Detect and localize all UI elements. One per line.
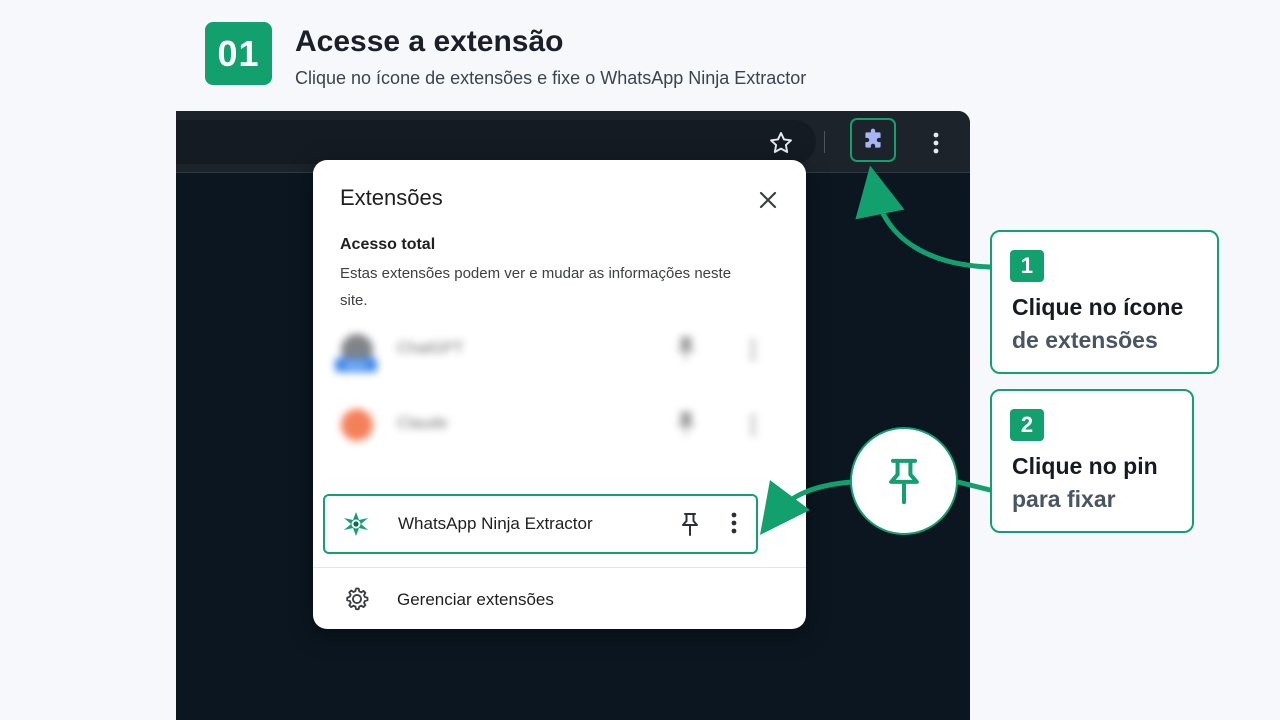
pin-highlight-bubble [850, 427, 958, 535]
pin-icon [889, 458, 919, 505]
popup-title: Extensões [340, 185, 443, 210]
extensions-puzzle-icon[interactable] [850, 118, 896, 162]
page-title: Acesse a extensão [295, 25, 564, 58]
toolbar-divider [824, 131, 825, 153]
new-badge: NEW [335, 358, 377, 372]
manage-extensions-label: Gerenciar extensões [397, 590, 554, 609]
gear-icon [343, 585, 371, 613]
callout-line1: Clique no ícone [1012, 294, 1184, 320]
callout-step-2: 2 Clique no pin para fixar [990, 389, 1194, 533]
address-bar[interactable] [176, 120, 816, 164]
callout-line2: de extensões [1012, 327, 1158, 353]
extension-item-blurred[interactable]: Claude [313, 395, 806, 455]
close-icon[interactable] [754, 186, 782, 214]
kebab-menu-icon[interactable] [730, 511, 748, 537]
ninja-extractor-icon [342, 510, 370, 538]
browser-menu-icon[interactable] [921, 128, 951, 158]
manage-extensions-button[interactable]: Gerenciar extensões [313, 568, 806, 629]
claude-icon [341, 409, 373, 441]
callout-line1: Clique no pin [1012, 453, 1158, 479]
pin-icon[interactable] [678, 511, 702, 537]
callout-number: 1 [1010, 250, 1044, 282]
kebab-menu-icon[interactable] [749, 413, 761, 437]
page-subtitle: Clique no ícone de extensões e fixe o Wh… [295, 68, 807, 88]
extension-item-blurred[interactable]: NEW ChatGPT [313, 320, 806, 380]
extension-name: Claude [397, 415, 448, 432]
bookmark-star-icon[interactable] [766, 128, 796, 158]
callout-step-1: 1 Clique no ícone de extensões [990, 230, 1219, 374]
extension-item-whatsapp-ninja[interactable]: WhatsApp Ninja Extractor [323, 494, 758, 554]
step-number-badge: 01 [205, 22, 272, 85]
callout-line2: para fixar [1012, 486, 1116, 512]
extension-name: ChatGPT [397, 340, 464, 357]
pin-icon[interactable] [676, 336, 696, 362]
extension-name: WhatsApp Ninja Extractor [398, 514, 593, 533]
pin-icon[interactable] [676, 411, 696, 437]
kebab-menu-icon[interactable] [749, 338, 761, 362]
section-title: Acesso total [340, 236, 436, 253]
section-description: Estas extensões podem ver e mudar as inf… [340, 265, 732, 309]
callout-number: 2 [1010, 409, 1044, 441]
extensions-popup: Extensões Acesso total Estas extensões p… [313, 160, 806, 629]
